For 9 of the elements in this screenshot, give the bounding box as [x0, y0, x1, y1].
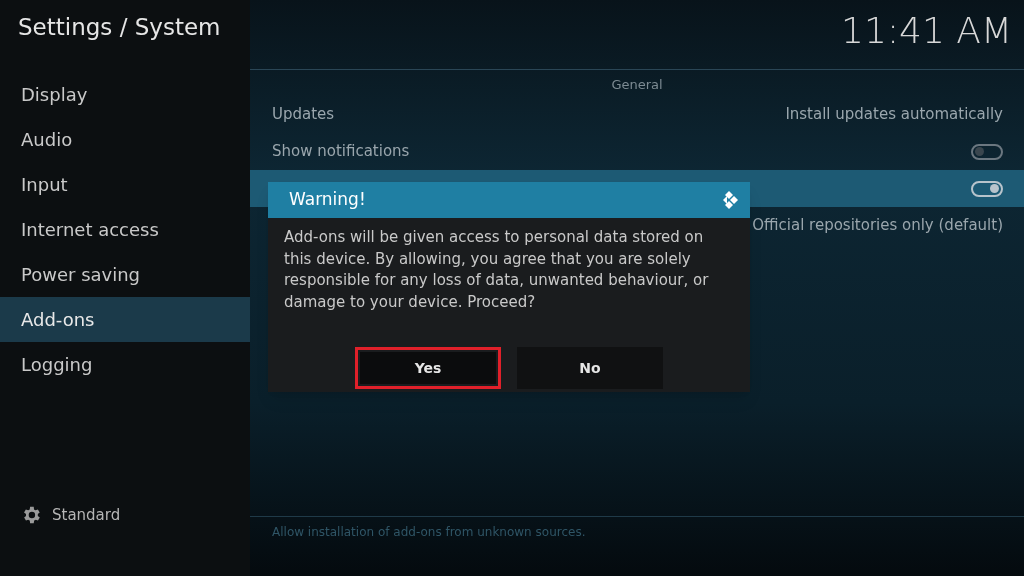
setting-label: Show notifications [272, 141, 410, 163]
dialog-message: Add-ons will be given access to personal data stored on this device. By allowing, you agree that you are solely responsible for any loss of data, unwanted behaviour, or damage to your device. Proceed? [283, 227, 710, 313]
setting-value: Install updates automatically [785, 104, 1003, 126]
page-title: Settings / System [17, 13, 222, 42]
setting-label: Updates [272, 104, 335, 126]
clock: 11:41 AM [841, 9, 1012, 53]
dialog-title: Warning! [289, 188, 366, 212]
setting-description: Allow installation of add-ons from unknown sources. [272, 524, 587, 541]
section-title: General [610, 76, 664, 94]
